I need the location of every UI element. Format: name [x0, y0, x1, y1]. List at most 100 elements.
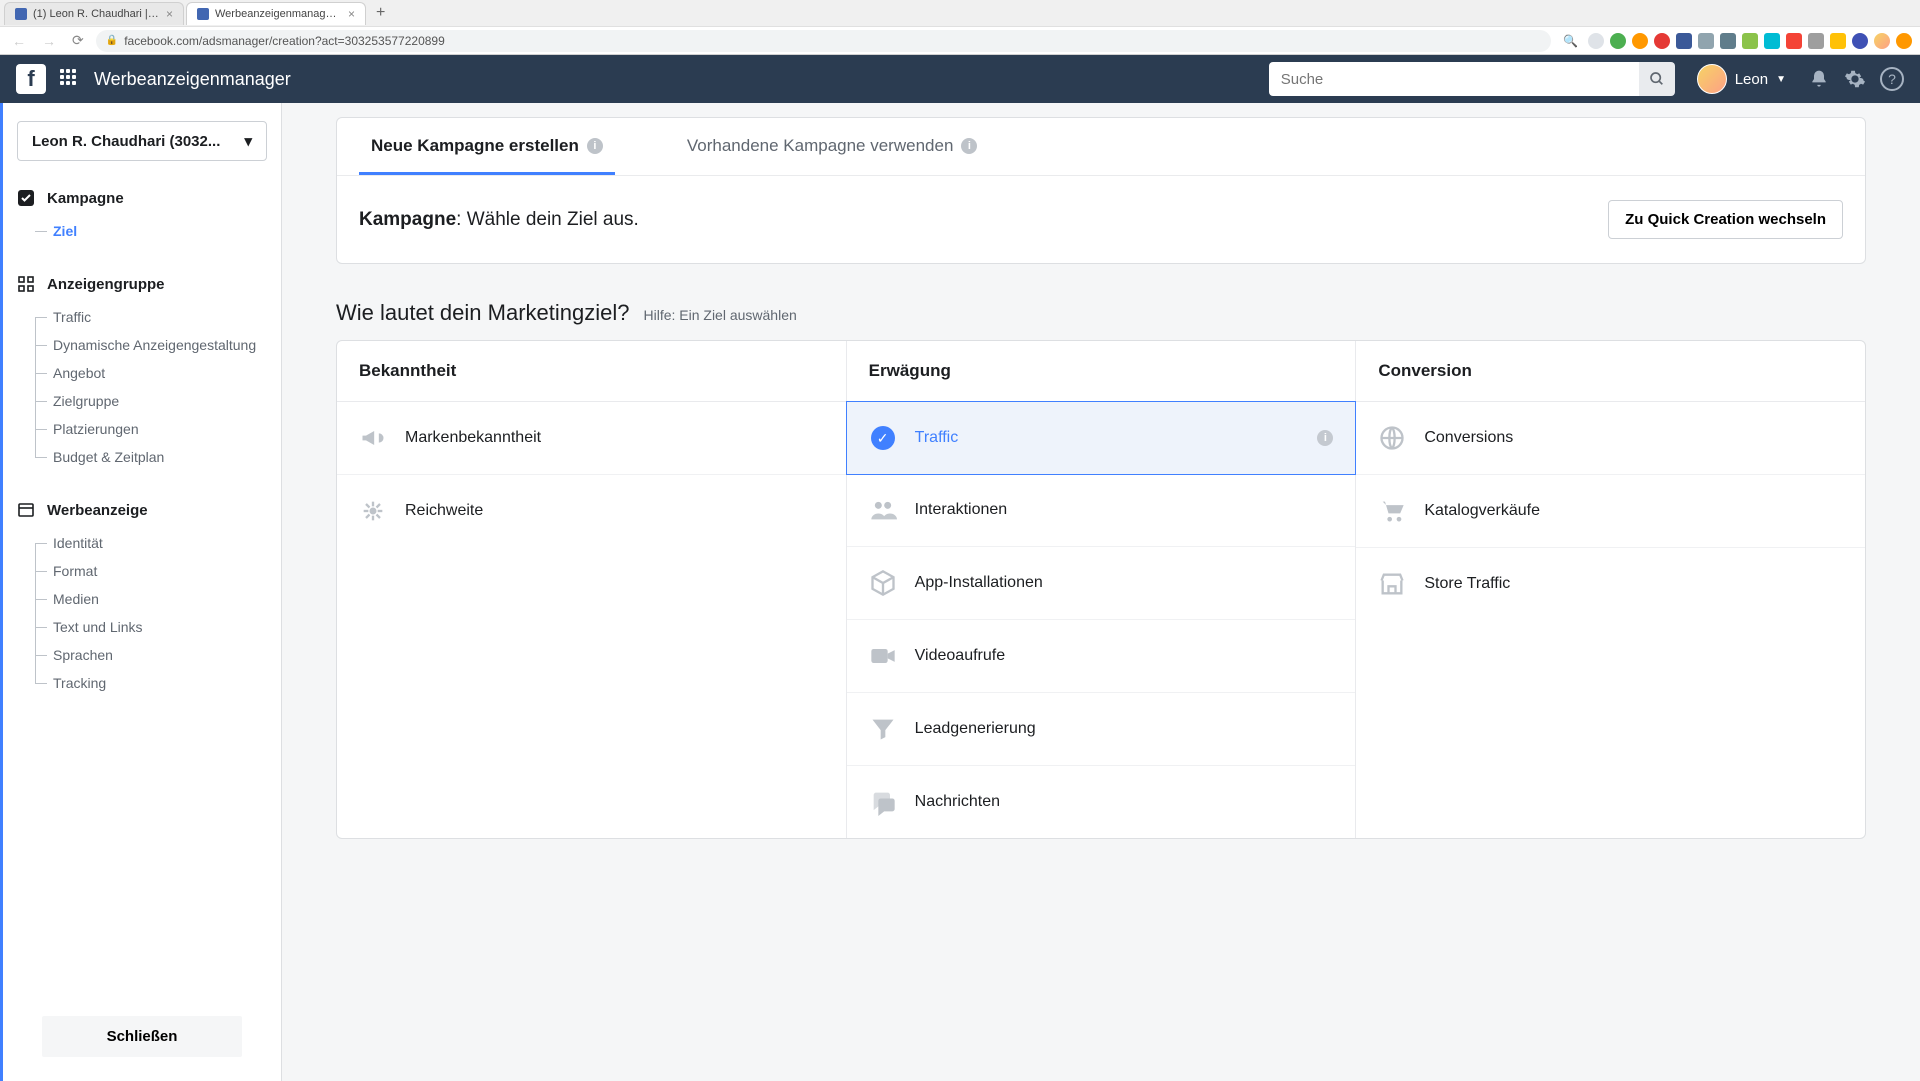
column-header: Conversion	[1356, 341, 1865, 402]
facebook-icon	[15, 8, 27, 20]
cart-icon	[1378, 497, 1406, 525]
search-button[interactable]	[1639, 62, 1675, 96]
tab-new-campaign[interactable]: Neue Kampagne erstellen i	[359, 118, 615, 175]
goal-store-traffic[interactable]: Store Traffic	[1356, 548, 1865, 620]
search-input[interactable]	[1269, 62, 1639, 96]
help-icon[interactable]: ?	[1880, 67, 1904, 91]
extension-icon[interactable]	[1896, 33, 1912, 49]
sidebar-item-budget[interactable]: Budget & Zeitplan	[25, 443, 267, 471]
extension-icon[interactable]	[1808, 33, 1824, 49]
sidebar-item-format[interactable]: Format	[25, 557, 267, 585]
sidebar-section-adgroup[interactable]: Anzeigengruppe	[17, 275, 267, 293]
goal-label: Reichweite	[405, 502, 483, 520]
goal-app-installs[interactable]: App-Installationen	[847, 547, 1356, 620]
sidebar-item-tracking[interactable]: Tracking	[25, 669, 267, 697]
goal-label: Traffic	[915, 429, 959, 447]
goal-brand-awareness[interactable]: Markenbekanntheit	[337, 402, 846, 475]
account-label: Leon R. Chaudhari (3032...	[32, 133, 220, 150]
bell-icon[interactable]	[1808, 68, 1830, 90]
goal-label: Nachrichten	[915, 793, 1000, 811]
goal-lead-gen[interactable]: Leadgenerierung	[847, 693, 1356, 766]
ad-icon	[17, 501, 35, 519]
quick-creation-button[interactable]: Zu Quick Creation wechseln	[1608, 200, 1843, 239]
facebook-logo[interactable]: f	[16, 64, 46, 94]
close-button[interactable]: Schließen	[42, 1016, 242, 1057]
globe-icon	[1378, 424, 1406, 452]
chevron-down-icon: ▾	[244, 132, 252, 150]
main-content: Neue Kampagne erstellen i Vorhandene Kam…	[282, 103, 1920, 1081]
extension-icon[interactable]	[1654, 33, 1670, 49]
sidebar-item-ziel[interactable]: Ziel	[25, 217, 267, 245]
url-bar[interactable]: 🔒 facebook.com/adsmanager/creation?act=3…	[96, 30, 1551, 52]
megaphone-icon	[359, 424, 387, 452]
browser-tab-active[interactable]: Werbeanzeigenmanager - Cre ×	[186, 2, 366, 25]
extension-icon[interactable]	[1742, 33, 1758, 49]
marketing-goal-heading: Wie lautet dein Marketingziel?	[336, 300, 629, 326]
section-title: Kampagne	[47, 190, 124, 207]
goal-catalog-sales[interactable]: Katalogverkäufe	[1356, 475, 1865, 548]
extension-icon[interactable]	[1698, 33, 1714, 49]
info-icon[interactable]: i	[587, 138, 603, 154]
tab-existing-campaign[interactable]: Vorhandene Kampagne verwenden i	[675, 118, 990, 175]
chat-icon	[869, 788, 897, 816]
goal-conversions[interactable]: Conversions	[1356, 402, 1865, 475]
gear-icon[interactable]	[1844, 68, 1866, 90]
user-name: Leon	[1735, 71, 1768, 88]
section-title: Anzeigengruppe	[47, 276, 165, 293]
goal-column-conversion: Conversion Conversions Katalogverkäufe	[1356, 341, 1865, 838]
browser-tab[interactable]: (1) Leon R. Chaudhari | Faceb ×	[4, 2, 184, 25]
extension-icon[interactable]	[1830, 33, 1846, 49]
extension-icon[interactable]	[1852, 33, 1868, 49]
sidebar-item-dynamic[interactable]: Dynamische Anzeigengestaltung	[25, 331, 267, 359]
apps-menu-icon[interactable]	[60, 69, 80, 89]
goal-messages[interactable]: Nachrichten	[847, 766, 1356, 838]
sidebar-item-identity[interactable]: Identität	[25, 529, 267, 557]
chevron-down-icon: ▼	[1776, 74, 1786, 85]
extension-icons: 🔍	[1559, 32, 1912, 50]
new-tab-button[interactable]: +	[368, 4, 393, 22]
extension-icon[interactable]	[1588, 33, 1604, 49]
goal-traffic[interactable]: ✓ Traffic i	[846, 401, 1357, 475]
extension-icon[interactable]	[1676, 33, 1692, 49]
search-icon[interactable]: 🔍	[1559, 32, 1582, 50]
avatar	[1697, 64, 1727, 94]
info-icon[interactable]: i	[961, 138, 977, 154]
sidebar-item-offer[interactable]: Angebot	[25, 359, 267, 387]
goal-engagement[interactable]: Interaktionen	[847, 474, 1356, 547]
extension-icon[interactable]	[1764, 33, 1780, 49]
back-button[interactable]: ←	[8, 31, 30, 51]
sidebar-item-media[interactable]: Medien	[25, 585, 267, 613]
extension-icon[interactable]	[1720, 33, 1736, 49]
extension-icon[interactable]	[1786, 33, 1802, 49]
account-dropdown[interactable]: Leon R. Chaudhari (3032... ▾	[17, 121, 267, 161]
sidebar-item-audience[interactable]: Zielgruppe	[25, 387, 267, 415]
goal-label: Interaktionen	[915, 501, 1008, 519]
grid-icon	[17, 275, 35, 293]
tab-title: (1) Leon R. Chaudhari | Faceb	[33, 8, 160, 20]
store-icon	[1378, 570, 1406, 598]
reach-icon	[359, 497, 387, 525]
funnel-icon	[869, 715, 897, 743]
section-title: Werbeanzeige	[47, 502, 148, 519]
extension-icon[interactable]	[1632, 33, 1648, 49]
extension-icon[interactable]	[1610, 33, 1626, 49]
profile-avatar-icon[interactable]	[1874, 33, 1890, 49]
sidebar-section-campaign[interactable]: Kampagne	[17, 189, 267, 207]
help-link[interactable]: Hilfe: Ein Ziel auswählen	[643, 307, 796, 323]
browser-chrome: (1) Leon R. Chaudhari | Faceb × Werbeanz…	[0, 0, 1920, 55]
tab-title: Werbeanzeigenmanager - Cre	[215, 8, 342, 20]
sidebar-item-traffic[interactable]: Traffic	[25, 303, 267, 331]
close-icon[interactable]: ×	[166, 7, 173, 21]
reload-button[interactable]: ⟳	[68, 30, 88, 51]
close-icon[interactable]: ×	[348, 7, 355, 21]
goal-label: Conversions	[1424, 429, 1513, 447]
sidebar-item-placements[interactable]: Platzierungen	[25, 415, 267, 443]
user-menu[interactable]: Leon ▼	[1689, 64, 1794, 94]
forward-button[interactable]: →	[38, 31, 60, 51]
goal-video-views[interactable]: Videoaufrufe	[847, 620, 1356, 693]
sidebar-section-ad[interactable]: Werbeanzeige	[17, 501, 267, 519]
goal-reach[interactable]: Reichweite	[337, 475, 846, 547]
sidebar-item-text[interactable]: Text und Links	[25, 613, 267, 641]
sidebar-item-languages[interactable]: Sprachen	[25, 641, 267, 669]
info-icon[interactable]: i	[1317, 430, 1333, 446]
